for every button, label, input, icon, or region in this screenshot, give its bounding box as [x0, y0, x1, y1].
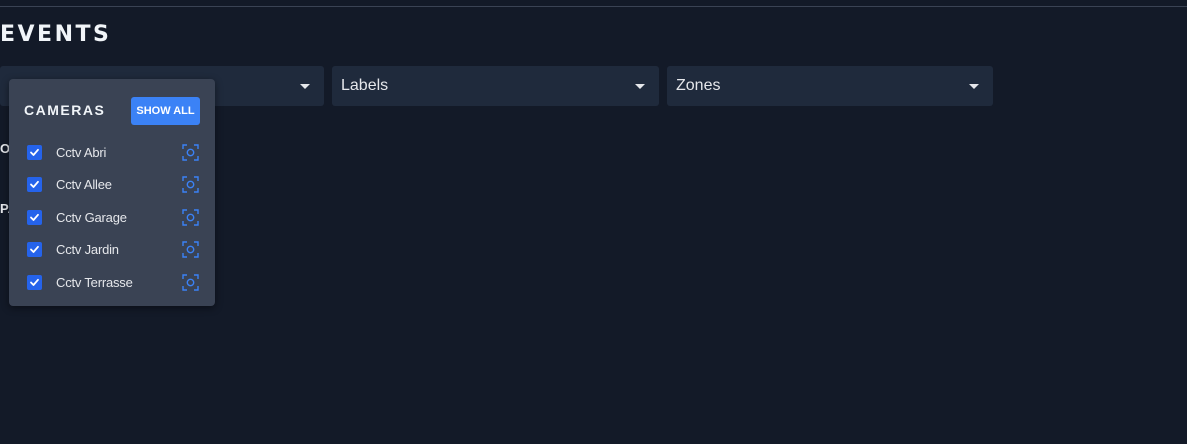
motion-mask-icon[interactable]	[182, 176, 199, 193]
motion-mask-icon[interactable]	[182, 274, 199, 291]
camera-row[interactable]: Cctv Abri	[9, 142, 215, 174]
cameras-dropdown-title: CAMERAS	[24, 102, 106, 118]
check-icon	[30, 245, 39, 253]
camera-checkbox[interactable]	[27, 145, 42, 160]
camera-row[interactable]: Cctv Garage	[9, 207, 215, 239]
events-page: EVENTS C Labels Zones O PA CAMERAS SHOW …	[0, 0, 1187, 444]
chevron-down-icon	[300, 83, 310, 89]
camera-label: Cctv Jardin	[56, 242, 119, 257]
check-icon	[30, 148, 39, 156]
show-all-button[interactable]: SHOW ALL	[131, 97, 200, 125]
motion-mask-icon[interactable]	[182, 241, 199, 258]
chevron-down-icon	[635, 83, 645, 89]
camera-label: Cctv Garage	[56, 210, 127, 225]
motion-mask-icon[interactable]	[182, 209, 199, 226]
camera-row[interactable]: Cctv Terrasse	[9, 272, 215, 304]
top-divider	[0, 6, 1187, 7]
camera-checkbox[interactable]	[27, 242, 42, 257]
labels-filter-select[interactable]: Labels	[332, 66, 659, 106]
camera-row[interactable]: Cctv Jardin	[9, 239, 215, 271]
check-icon	[30, 213, 39, 221]
labels-filter-label: Labels	[341, 77, 389, 94]
camera-row[interactable]: Cctv Allee	[9, 174, 215, 206]
camera-label: Cctv Allee	[56, 177, 112, 192]
camera-label: Cctv Terrasse	[56, 275, 133, 290]
camera-checkbox[interactable]	[27, 275, 42, 290]
zones-filter-select[interactable]: Zones	[667, 66, 993, 106]
camera-label: Cctv Abri	[56, 145, 107, 160]
zones-filter-label: Zones	[676, 77, 721, 94]
motion-mask-icon[interactable]	[182, 144, 199, 161]
check-icon	[30, 278, 39, 286]
camera-checkbox[interactable]	[27, 210, 42, 225]
camera-checkbox[interactable]	[27, 177, 42, 192]
chevron-down-icon	[969, 83, 979, 89]
check-icon	[30, 180, 39, 188]
page-title: EVENTS	[0, 22, 112, 47]
